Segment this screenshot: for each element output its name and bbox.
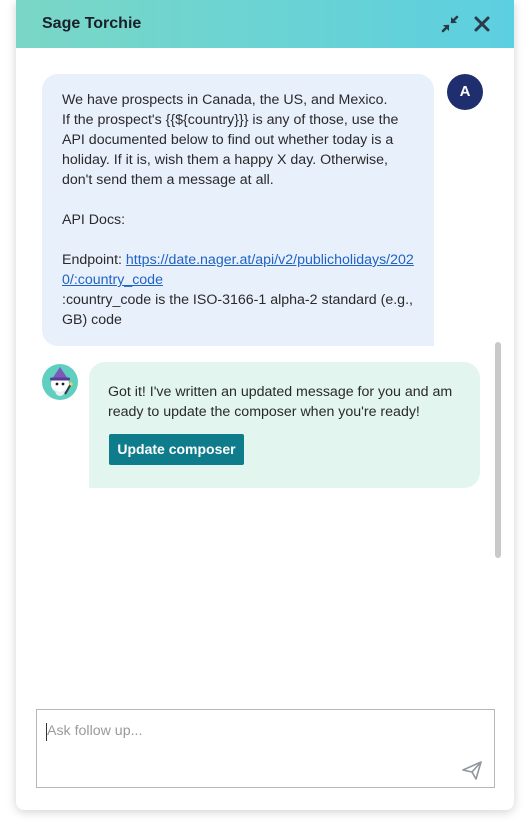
bot-avatar xyxy=(42,364,78,400)
chat-header: Sage Torchie xyxy=(16,0,514,48)
wizard-bot-icon xyxy=(42,364,78,400)
composer-box xyxy=(36,709,495,788)
bot-message-bubble: Got it! I've written an updated message … xyxy=(89,362,480,488)
api-docs-heading: API Docs: xyxy=(62,212,126,228)
scrollbar-thumb[interactable] xyxy=(495,342,501,558)
follow-up-input[interactable] xyxy=(37,710,494,787)
close-button[interactable] xyxy=(471,13,493,35)
endpoint-line: Endpoint: https://date.nager.at/api/v2/p… xyxy=(62,250,416,290)
country-code-note: :country_code is the ISO-3166-1 alpha-2 … xyxy=(62,292,413,328)
chat-panel: Sage Torchie We have prospects in Canada… xyxy=(16,0,514,810)
endpoint-label: Endpoint: xyxy=(62,252,126,268)
minimize-arrows-icon xyxy=(441,15,459,33)
user-message-line: We have prospects in Canada, the US, and… xyxy=(62,92,388,108)
message-list[interactable]: We have prospects in Canada, the US, and… xyxy=(16,48,514,698)
text-caret xyxy=(46,723,47,741)
update-composer-button[interactable]: Update composer xyxy=(109,434,244,465)
send-button[interactable] xyxy=(461,759,483,781)
minimize-button[interactable] xyxy=(439,13,461,35)
bot-message-text: Got it! I've written an updated message … xyxy=(108,384,453,420)
close-icon xyxy=(474,16,490,32)
chat-title: Sage Torchie xyxy=(42,15,142,32)
user-avatar: A xyxy=(447,74,483,110)
user-message-bubble: We have prospects in Canada, the US, and… xyxy=(42,74,434,346)
send-paper-plane-icon xyxy=(462,761,482,780)
user-message-line: If the prospect's {{${country}}} is any … xyxy=(62,112,399,188)
